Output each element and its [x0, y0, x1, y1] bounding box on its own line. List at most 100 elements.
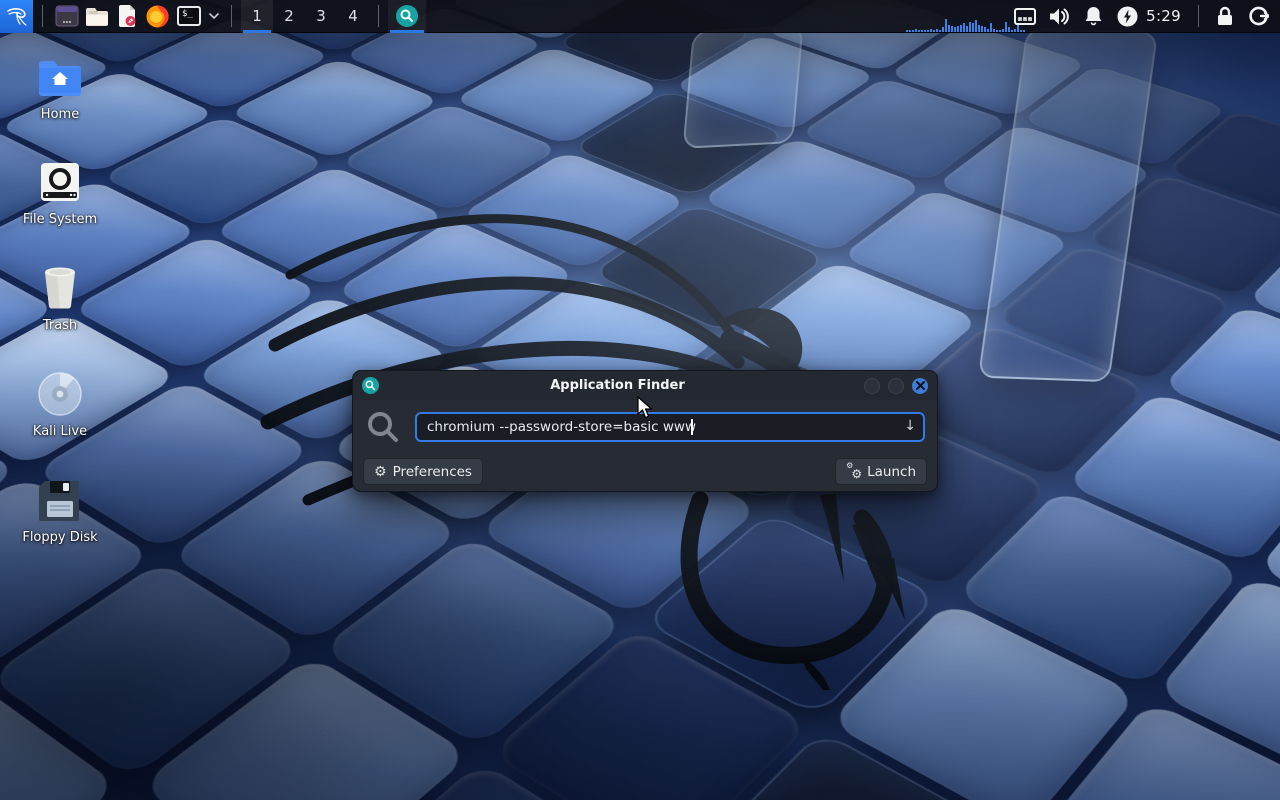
document-edit-icon [117, 5, 137, 27]
appfinder-taskbar-icon [396, 5, 418, 27]
desktop-icon-label: Floppy Disk [8, 530, 112, 545]
cpu-graph-bar [975, 20, 977, 31]
launch-gears-icon: ⚙ ⚙ [846, 464, 861, 479]
volume-button[interactable] [1042, 0, 1076, 33]
workspace-button-3[interactable]: 3 [305, 0, 337, 33]
cpu-graph-bar [918, 30, 920, 31]
close-icon [916, 381, 925, 390]
cpu-graph-bar [909, 30, 911, 31]
cpu-graph-bar [996, 30, 998, 31]
preferences-button[interactable]: ⚙ Preferences [363, 458, 483, 485]
cpu-graph-bar [954, 27, 956, 31]
cpu-graph-bar [945, 19, 947, 32]
cpu-graph-bar [912, 30, 914, 31]
search-input[interactable] [415, 412, 925, 442]
panel-separator [42, 5, 43, 27]
terminal-dropdown-button[interactable] [206, 0, 222, 33]
search-icon [365, 409, 401, 445]
workspace-label: 2 [284, 7, 294, 25]
desktop-icon-home[interactable]: Home [8, 52, 112, 122]
taskbar-application-finder[interactable] [388, 0, 426, 33]
cpu-graph-bar [972, 23, 974, 31]
hard-drive-icon [39, 161, 81, 203]
cpu-graph-bar [1002, 29, 1004, 32]
cpu-graph-bar [960, 25, 962, 32]
window-title: Application Finder [379, 378, 856, 393]
gear-icon: ⚙ [374, 465, 387, 479]
desktop-icon-floppy-disk[interactable]: Floppy Disk [8, 475, 112, 545]
cpu-graph-bar [948, 25, 950, 32]
cpu-graph-bar [927, 30, 929, 31]
desktop-icon-trash[interactable]: Trash [8, 263, 112, 333]
home-folder-icon [37, 58, 83, 96]
cpu-graph-bar [921, 30, 923, 31]
panel-separator [231, 5, 232, 27]
workspace-button-2[interactable]: 2 [273, 0, 305, 33]
mouse-cursor [637, 396, 653, 420]
cpu-graph-bar [984, 27, 986, 31]
bell-icon [1084, 6, 1103, 26]
network-status-button[interactable] [1008, 0, 1042, 33]
cpu-graph-bar [981, 26, 983, 32]
application-finder-window: Application Finder ↓ ⚙ Preferences ⚙ ⚙ L… [352, 370, 938, 492]
launcher-file-manager[interactable] [82, 0, 112, 33]
workspace-label: 1 [252, 7, 262, 25]
desktop-icon-kali-live[interactable]: Kali Live [8, 369, 112, 439]
cd-disc-icon [37, 371, 83, 417]
trash-bin-icon [40, 266, 80, 310]
launch-label: Launch [867, 464, 916, 480]
cpu-graph-bar [933, 30, 935, 31]
logout-icon [1249, 6, 1269, 26]
desktop-icon-label: Home [8, 107, 112, 122]
cpu-graph-bar [1005, 22, 1007, 32]
power-manager-button[interactable] [1110, 0, 1144, 33]
workspace-button-4[interactable]: 4 [337, 0, 369, 33]
gear-icon: ⚙ [846, 461, 853, 470]
desktop-icon-label: Trash [8, 318, 112, 333]
launcher-terminal-profile[interactable]: $_ [172, 0, 206, 33]
notifications-button[interactable] [1076, 0, 1110, 33]
launcher-terminal-emulator[interactable] [52, 0, 82, 33]
cpu-graph-bar [936, 29, 938, 32]
cpu-graph-bar [978, 25, 980, 32]
maximize-button[interactable] [888, 378, 904, 394]
cpu-graph-bar [987, 29, 989, 32]
power-lightning-icon [1117, 6, 1138, 27]
panel-clock[interactable]: 5:29 [1144, 7, 1189, 25]
cpu-graph-bar [969, 22, 971, 32]
cpu-graph-bar [957, 26, 959, 32]
lock-screen-button[interactable] [1208, 0, 1242, 33]
cpu-graph-bar [966, 26, 968, 32]
panel-separator [1198, 5, 1199, 27]
cpu-graph-bar [993, 29, 995, 32]
launcher-text-editor[interactable] [112, 0, 142, 33]
terminal-icon: $_ [177, 6, 201, 26]
applications-menu-button[interactable] [0, 0, 33, 33]
system-tray: 5:29 [904, 0, 1280, 33]
terminal-window-icon [55, 5, 79, 27]
search-combo: ↓ [415, 412, 925, 442]
cpu-graph-bar [990, 23, 992, 31]
top-panel: $_ 1 2 3 4 [0, 0, 1280, 33]
cpu-graph-bar [906, 30, 908, 31]
floppy-disk-icon [39, 479, 81, 521]
cpu-graph-bar [999, 30, 1001, 31]
launch-button[interactable]: ⚙ ⚙ Launch [835, 458, 927, 485]
workspace-label: 3 [316, 7, 326, 25]
cpu-graph-bar [963, 23, 965, 31]
desktop-icon-file-system[interactable]: File System [8, 157, 112, 227]
panel-separator [378, 5, 379, 27]
logout-button[interactable] [1242, 0, 1276, 33]
workspace-button-1[interactable]: 1 [241, 0, 273, 33]
cpu-graph-bar [939, 30, 941, 31]
launcher-firefox[interactable] [142, 0, 172, 33]
text-caret [691, 419, 693, 435]
cpu-history-graph[interactable] [904, 0, 1008, 33]
minimize-button[interactable] [864, 378, 880, 394]
lock-icon [1216, 6, 1234, 26]
ethernet-icon [1014, 8, 1036, 25]
firefox-icon [146, 5, 169, 28]
close-button[interactable] [912, 378, 928, 394]
workspace-label: 4 [348, 7, 358, 25]
cpu-graph-bar [930, 29, 932, 32]
